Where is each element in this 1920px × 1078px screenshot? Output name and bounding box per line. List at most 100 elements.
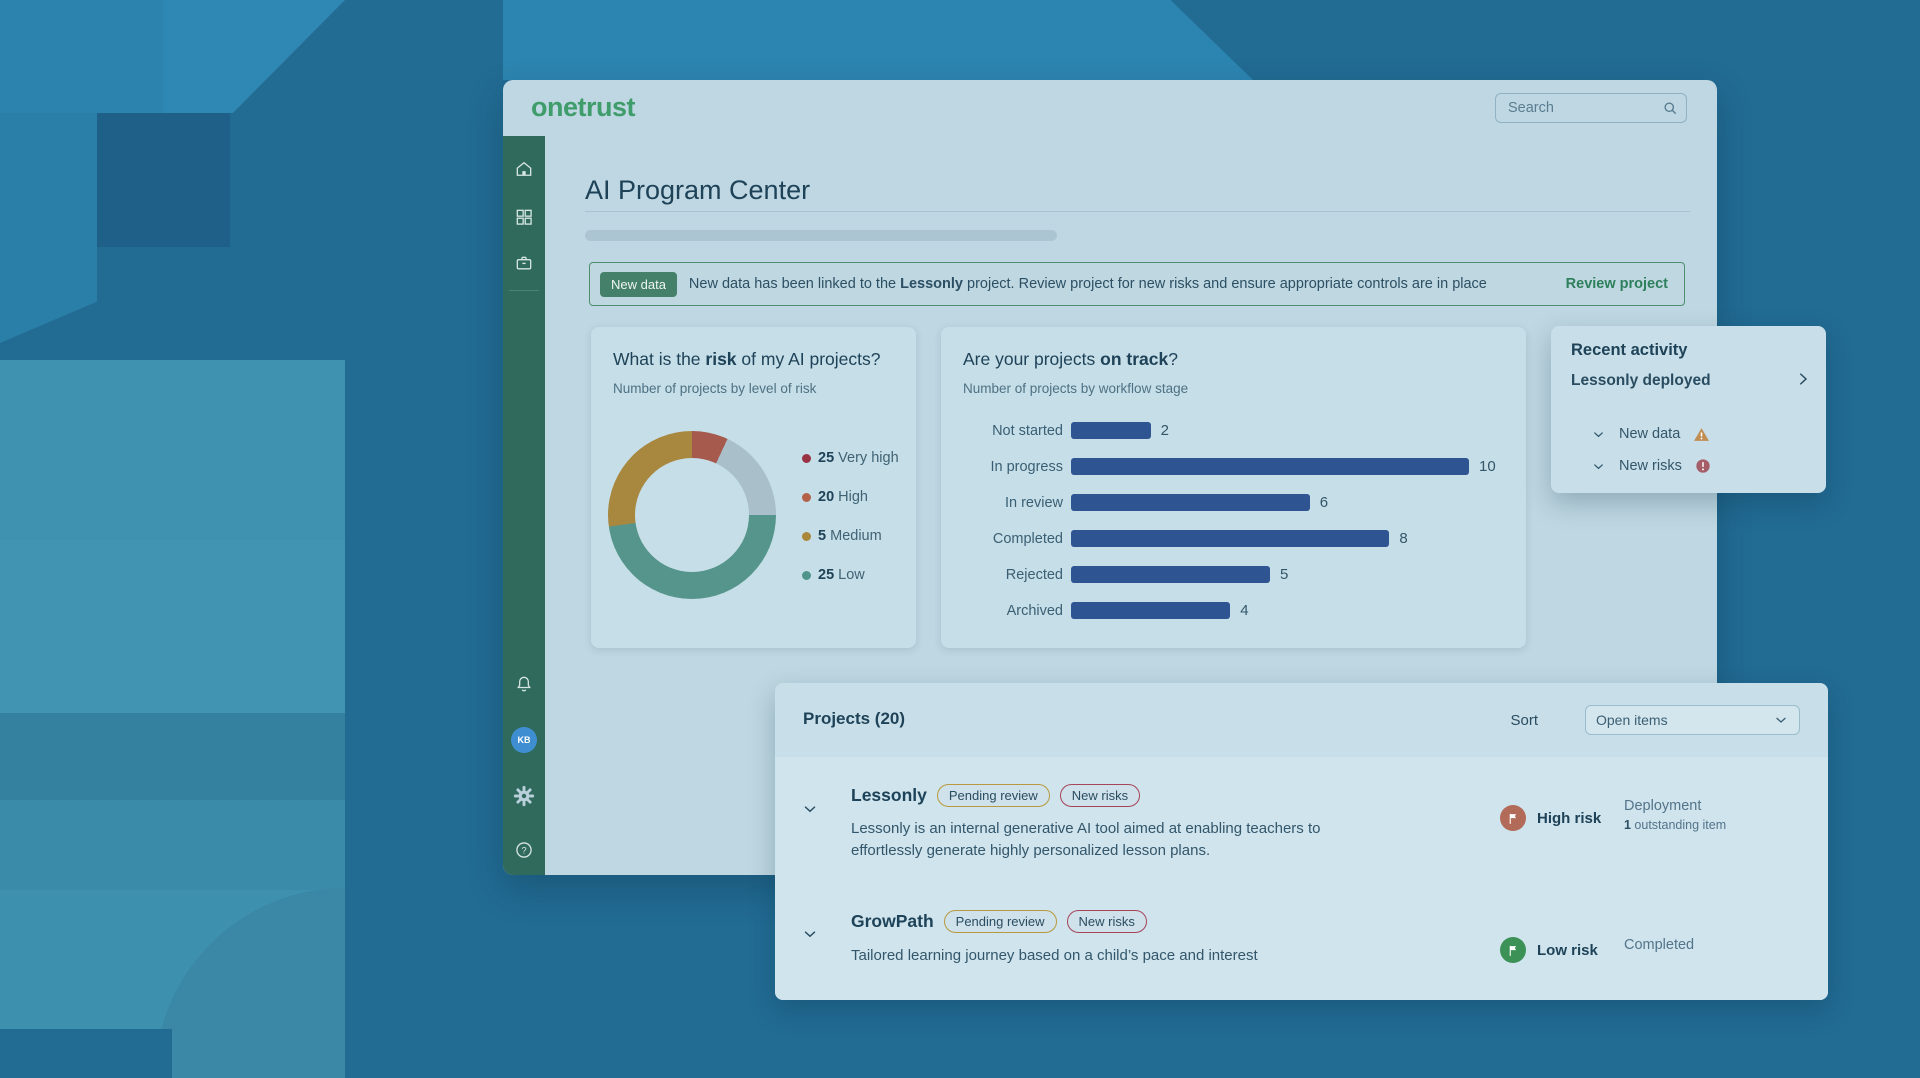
bar-label: Not started <box>941 423 1063 439</box>
bar-row-archived: Archived 4 <box>941 601 1526 621</box>
sort-label: Sort <box>1510 712 1538 729</box>
bar-row-not-started: Not started 2 <box>941 421 1526 441</box>
status-title: Deployment <box>1624 798 1726 814</box>
search-input[interactable] <box>1495 93 1687 123</box>
legend-dot <box>802 571 811 580</box>
risk-flag-circle <box>1500 937 1526 963</box>
project-row-growpath[interactable]: GrowPath Pending review New risks Tailored … <box>775 894 1828 1000</box>
projects-header: Projects (20) Sort Open items <box>775 683 1828 757</box>
search-icon <box>1661 99 1679 117</box>
briefcase-icon[interactable] <box>514 253 534 273</box>
project-name: Lessonly <box>851 785 927 806</box>
sort-dropdown[interactable]: Open items <box>1585 705 1800 735</box>
chevron-down-icon[interactable] <box>1591 459 1606 474</box>
ontrack-card-title: Are your projects on track? <box>963 349 1178 370</box>
settings-gear-icon[interactable] <box>513 785 535 807</box>
bar-value: 8 <box>1399 530 1407 547</box>
chevron-down-icon[interactable] <box>1591 427 1606 442</box>
project-status: Deployment 1 outstanding item <box>1624 798 1726 832</box>
recent-item-label: New data <box>1619 426 1680 442</box>
window-header: onetrust <box>503 80 1717 136</box>
tag-new-risks: New risks <box>1060 784 1140 807</box>
bg-bottomleft-block <box>0 360 345 1078</box>
risk-chart-card: What is the risk of my AI projects? Numb… <box>591 327 916 648</box>
bar-value: 2 <box>1161 422 1169 439</box>
project-name: GrowPath <box>851 911 934 932</box>
legend-dot <box>802 454 811 463</box>
sidebar: KB ? <box>503 136 545 875</box>
home-icon[interactable] <box>514 159 534 179</box>
alert-circle-icon <box>1695 458 1711 474</box>
bar-label: In review <box>941 495 1063 511</box>
warning-triangle-icon <box>1693 426 1710 443</box>
risk-donut-chart <box>608 431 776 599</box>
help-icon[interactable]: ? <box>514 840 534 860</box>
bar-value: 5 <box>1280 566 1288 583</box>
chevron-down-icon[interactable] <box>801 925 819 943</box>
projects-panel: Projects (20) Sort Open items Lessonly Pe… <box>775 683 1828 1000</box>
risk-card-title: What is the risk of my AI projects? <box>613 349 881 370</box>
risk-indicator: High risk <box>1500 805 1601 831</box>
loading-skeleton-bar <box>585 230 1057 241</box>
onetrust-logo: onetrust <box>531 92 635 123</box>
legend-item-low: 25 Low <box>802 566 865 584</box>
ontrack-chart-card: Are your projects on track? Number of pr… <box>941 327 1526 648</box>
bar-value: 6 <box>1320 494 1328 511</box>
risk-card-subtitle: Number of projects by level of risk <box>613 381 816 396</box>
bar-row-in-progress: In progress10 <box>941 457 1526 477</box>
bar-fill <box>1071 422 1151 439</box>
tag-pending-review: Pending review <box>937 784 1050 807</box>
sidebar-divider <box>509 290 539 291</box>
new-data-banner: New data New data has been linked to the… <box>589 262 1685 306</box>
bar-fill <box>1071 530 1389 547</box>
bar-fill <box>1071 458 1469 475</box>
tag-pending-review: Pending review <box>944 910 1057 933</box>
projects-title: Projects (20) <box>803 709 905 729</box>
bar-row-in-review: In review 6 <box>941 493 1526 513</box>
banner-message: New data has been linked to the Lessonly… <box>689 276 1487 292</box>
search-box <box>1495 93 1687 123</box>
user-avatar[interactable]: KB <box>511 727 537 753</box>
project-status: Completed <box>1624 937 1694 953</box>
ontrack-card-subtitle: Number of projects by workflow stage <box>963 381 1188 396</box>
recent-activity-title: Recent activity <box>1571 341 1687 360</box>
bar-row-completed: Completed8 <box>941 529 1526 549</box>
donut-hole <box>635 458 749 572</box>
recent-activity-event: Lessonly deployed <box>1571 372 1711 390</box>
risk-indicator: Low risk <box>1500 937 1598 963</box>
bar-label: In progress <box>941 459 1063 475</box>
bar-label: Archived <box>941 603 1063 619</box>
apps-grid-icon[interactable] <box>514 207 534 227</box>
project-description: Tailored learning journey based on a chi… <box>851 945 1371 967</box>
recent-activity-item-new-data[interactable]: New data <box>1591 422 1710 446</box>
sort-value: Open items <box>1596 712 1668 728</box>
legend-dot <box>802 532 811 541</box>
status-subtext: 1 outstanding item <box>1624 818 1726 832</box>
chevron-down-icon <box>1773 712 1789 728</box>
bg-topleft-block <box>0 0 345 345</box>
status-title: Completed <box>1624 937 1694 953</box>
bar-fill <box>1071 602 1230 619</box>
page-title: AI Program Center <box>585 175 810 206</box>
bar-label: Rejected <box>941 567 1063 583</box>
new-data-badge: New data <box>600 272 677 297</box>
bar-row-rejected: Rejected 5 <box>941 565 1526 585</box>
flag-icon <box>1507 944 1520 957</box>
bar-fill <box>1071 566 1270 583</box>
recent-activity-item-new-risks[interactable]: New risks <box>1591 454 1711 478</box>
legend-dot <box>802 493 811 502</box>
tag-new-risks: New risks <box>1067 910 1147 933</box>
notifications-bell-icon[interactable] <box>514 674 534 694</box>
svg-text:?: ? <box>521 845 526 855</box>
bar-value: 4 <box>1240 602 1248 619</box>
flag-icon <box>1507 812 1520 825</box>
recent-activity-panel: Recent activity Lessonly deployed New da… <box>1551 326 1826 493</box>
risk-label: High risk <box>1537 810 1601 827</box>
review-project-link[interactable]: Review project <box>1566 276 1668 292</box>
title-divider <box>585 211 1690 212</box>
chevron-right-icon[interactable] <box>1794 370 1812 388</box>
project-row-lessonly[interactable]: LessonlyPending reviewNew risksLessonly … <box>775 757 1828 894</box>
chevron-down-icon[interactable] <box>801 800 819 818</box>
risk-label: Low risk <box>1537 942 1598 959</box>
recent-item-label: New risks <box>1619 458 1682 474</box>
